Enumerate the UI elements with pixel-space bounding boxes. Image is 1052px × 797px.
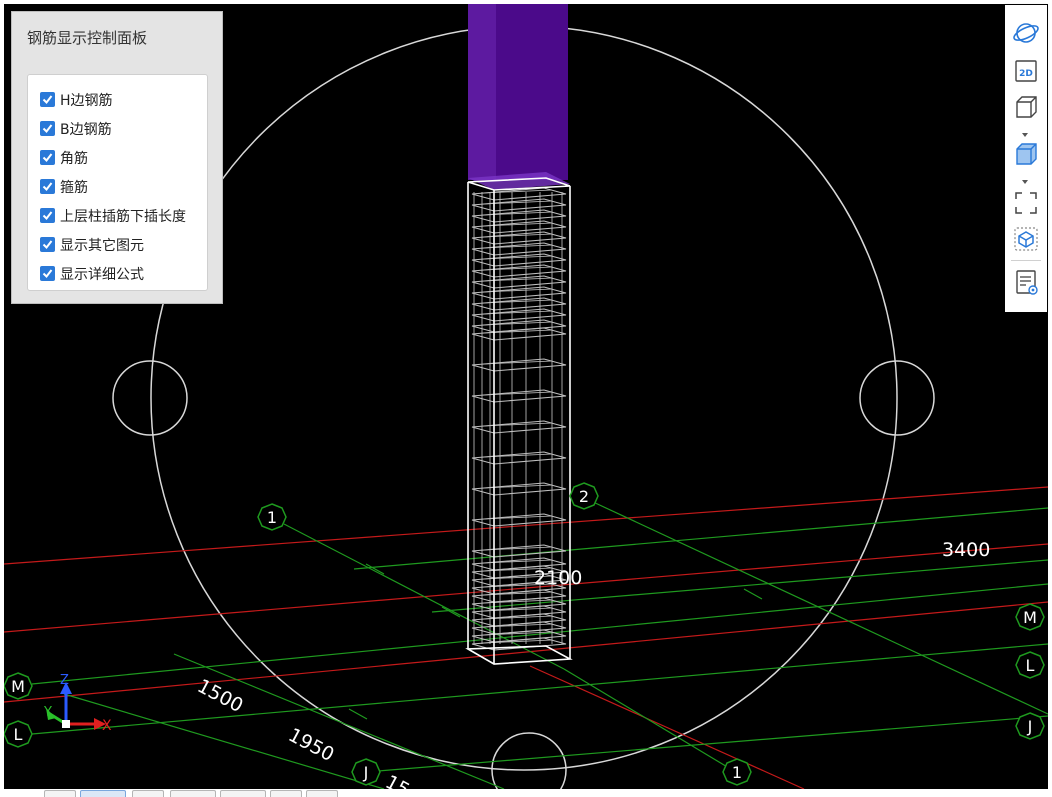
3d-viewport[interactable]: 1 2 M L J M L J 1 3400 2100 1500 1950 15… xyxy=(4,4,1048,789)
fit-view-icon xyxy=(1015,192,1037,214)
option-label: 角筋 xyxy=(60,150,88,167)
bottom-tab[interactable] xyxy=(170,790,216,797)
axis-label-j-bottom: J xyxy=(363,763,369,782)
axis-bubble-m-right[interactable]: M xyxy=(1015,603,1045,631)
fit-view-button[interactable] xyxy=(1012,189,1040,217)
3d-view-dropdown[interactable] xyxy=(1020,126,1030,137)
upper-column-side xyxy=(468,4,496,180)
2d-view-button[interactable]: 2D xyxy=(1012,57,1040,85)
panel-options-list: H边钢筋 B边钢筋 角筋 箍筋 上层柱插筋下插长度 显示其它图元 显示详细公式 xyxy=(27,74,208,291)
svg-text:2D: 2D xyxy=(1019,69,1033,79)
checkbox-show-other-elements[interactable] xyxy=(40,237,55,252)
axis-label-y: Y xyxy=(43,705,52,720)
bottom-tab[interactable] xyxy=(270,790,302,797)
option-label: 箍筋 xyxy=(60,179,88,196)
axis-bubble-l-left[interactable]: L xyxy=(4,720,33,748)
option-b-side-rebar[interactable]: B边钢筋 xyxy=(28,114,207,143)
view-toolbar: 2D xyxy=(1005,5,1047,312)
axis-bubble-2[interactable]: 2 xyxy=(569,482,599,510)
axis-label-l-right: L xyxy=(1026,656,1035,675)
chevron-down-icon xyxy=(1022,133,1028,137)
option-show-other-elements[interactable]: 显示其它图元 xyxy=(28,230,207,259)
option-label: H边钢筋 xyxy=(60,92,113,109)
properties-icon xyxy=(1016,270,1038,295)
shaded-view-dropdown[interactable] xyxy=(1020,173,1030,184)
chevron-down-icon xyxy=(1022,180,1028,184)
option-stirrup[interactable]: 箍筋 xyxy=(28,172,207,201)
reference-circle-left xyxy=(112,360,188,436)
shaded-view-button[interactable] xyxy=(1012,140,1040,168)
axis-label-m-right: M xyxy=(1023,608,1037,627)
bottom-tab[interactable] xyxy=(44,790,76,797)
axis-label-2: 2 xyxy=(579,487,589,506)
view-cube-icon xyxy=(1014,227,1038,251)
option-label: 上层柱插筋下插长度 xyxy=(60,208,186,225)
axis-label-m-left: M xyxy=(11,677,25,696)
checkbox-h-side-rebar[interactable] xyxy=(40,92,55,107)
option-upper-column-dowel-length[interactable]: 上层柱插筋下插长度 xyxy=(28,201,207,230)
axis-label-j-right: J xyxy=(1027,717,1033,736)
option-show-detailed-formula[interactable]: 显示详细公式 xyxy=(28,259,207,288)
panel-title: 钢筋显示控制面板 xyxy=(27,29,148,47)
orbit-icon xyxy=(1013,23,1039,43)
axis-bubble-l-right[interactable]: L xyxy=(1015,651,1045,679)
checkbox-upper-column-dowel-length[interactable] xyxy=(40,208,55,223)
bottom-tab[interactable] xyxy=(306,790,338,797)
bottom-tab[interactable] xyxy=(220,790,266,797)
option-corner-rebar[interactable]: 角筋 xyxy=(28,143,207,172)
checkbox-b-side-rebar[interactable] xyxy=(40,121,55,136)
orbit-button[interactable] xyxy=(1012,19,1040,47)
checkbox-corner-rebar[interactable] xyxy=(40,150,55,165)
dimension-2100: 2100 xyxy=(534,567,582,589)
axis-label-1-bottom: 1 xyxy=(732,763,742,782)
option-h-side-rebar[interactable]: H边钢筋 xyxy=(28,85,207,114)
3d-box-icon xyxy=(1016,96,1037,118)
dimension-15: 15 xyxy=(382,771,414,789)
2d-view-icon: 2D xyxy=(1015,60,1037,82)
bottom-tab[interactable] xyxy=(132,790,164,797)
option-label: 显示其它图元 xyxy=(60,237,144,254)
checkbox-stirrup[interactable] xyxy=(40,179,55,194)
axis-label-x: X xyxy=(102,718,112,734)
rebar-display-control-panel: 钢筋显示控制面板 H边钢筋 B边钢筋 角筋 箍筋 上层柱插筋下插长度 显示其它图… xyxy=(11,11,223,304)
axis-bubble-1-bottom[interactable]: 1 xyxy=(722,758,752,786)
option-label: 显示详细公式 xyxy=(60,266,144,283)
bottom-tab-active[interactable] xyxy=(80,790,126,797)
axis-label-1: 1 xyxy=(267,508,277,527)
dimension-1950: 1950 xyxy=(285,724,338,766)
properties-button[interactable] xyxy=(1012,268,1040,296)
axis-bubble-m-left[interactable]: M xyxy=(4,672,33,700)
axis-bubble-j-right[interactable]: J xyxy=(1015,712,1045,740)
view-cube-button[interactable] xyxy=(1012,225,1040,253)
filled-box-icon xyxy=(1016,143,1037,165)
axis-bubble-1-left[interactable]: 1 xyxy=(257,503,287,531)
axis-label-z: Z xyxy=(60,673,69,688)
3d-view-button[interactable] xyxy=(1012,93,1040,121)
axis-bubble-j-bottom[interactable]: J xyxy=(351,758,381,786)
option-label: B边钢筋 xyxy=(60,121,112,138)
checkbox-show-detailed-formula[interactable] xyxy=(40,266,55,281)
axis-label-l-left: L xyxy=(14,725,23,744)
toolbar-separator xyxy=(1011,260,1041,261)
dimension-3400: 3400 xyxy=(942,539,990,561)
